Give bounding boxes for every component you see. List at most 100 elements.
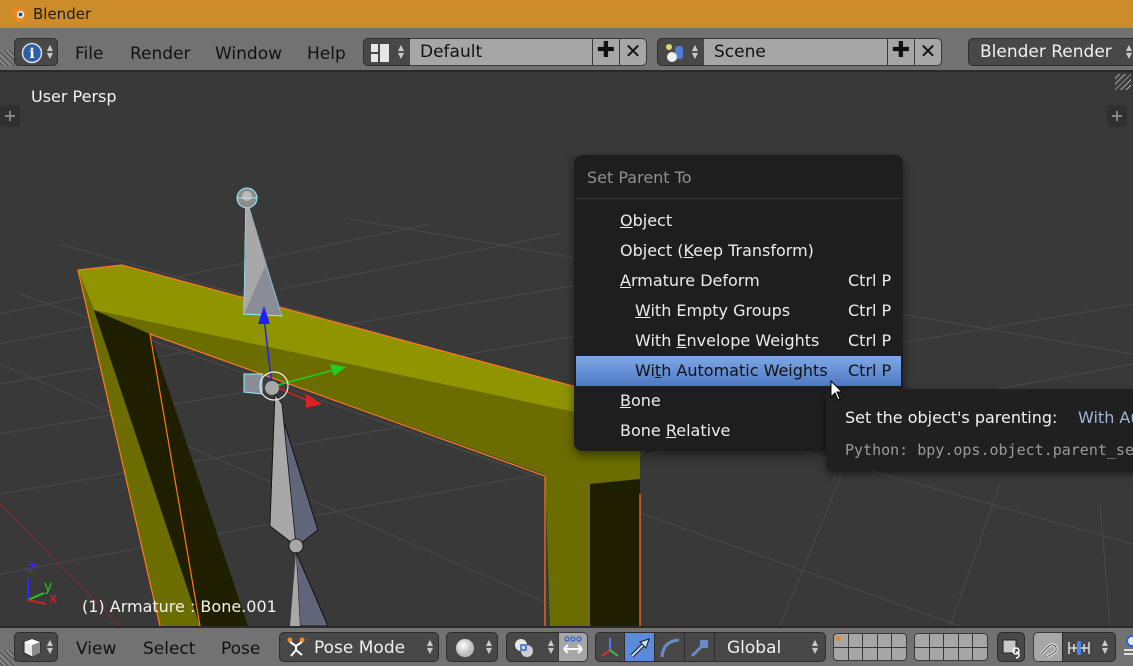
menu-item-armature-deform[interactable]: Armature Deform Ctrl P <box>576 266 901 296</box>
menu-item-label: Armature Deform <box>620 271 760 290</box>
updown-arrows-icon: ▲ ▼ <box>691 43 699 60</box>
layer-button[interactable] <box>892 647 906 660</box>
manipulator-toggle[interactable] <box>595 632 625 662</box>
render-engine-value: Blender Render <box>980 42 1112 62</box>
layer-button[interactable] <box>877 647 892 660</box>
menu-file[interactable]: File <box>75 44 103 64</box>
transform-orientation-dropdown[interactable]: Global ▲ ▼ <box>714 632 826 662</box>
active-object-info: (1) Armature : Bone.001 <box>82 597 277 616</box>
layer-button[interactable] <box>958 634 973 647</box>
axis-x-label: x <box>49 591 58 607</box>
frame-mesh[interactable] <box>77 264 641 626</box>
screen-layout-remove-button[interactable]: ✕ <box>619 38 647 66</box>
render-engine-dropdown[interactable]: Blender Render ▲ ▼ <box>968 38 1133 66</box>
scene-remove-button[interactable]: ✕ <box>914 38 942 66</box>
viewport-shading-dropdown[interactable]: ▲ ▼ <box>446 632 498 662</box>
layers-grid-1[interactable] <box>833 633 907 661</box>
menu-item-with-automatic-weights[interactable]: With Automatic Weights Ctrl P <box>576 356 901 386</box>
screen-layout-add-button[interactable]: ✚ <box>592 38 620 66</box>
scene-add-button[interactable]: ✚ <box>887 38 915 66</box>
menu-pose[interactable]: Pose <box>221 639 260 659</box>
layer-button[interactable] <box>863 647 877 660</box>
updown-arrows-icon: ▲ ▼ <box>1125 43 1133 60</box>
menu-item-label: Object (Keep Transform) <box>620 241 814 260</box>
menu-item-with-envelope-weights[interactable]: With Envelope Weights Ctrl P <box>576 326 901 356</box>
updown-arrows-icon: ▲ ▼ <box>46 43 54 60</box>
menu-window[interactable]: Window <box>215 44 282 64</box>
menu-item-label: With Empty Groups <box>635 301 791 320</box>
editor-type-button[interactable]: i ▲ ▼ <box>14 38 58 66</box>
layer-button[interactable] <box>915 634 929 647</box>
scene-icon <box>664 42 686 68</box>
layer-button[interactable] <box>973 647 987 660</box>
scene-canvas[interactable] <box>0 74 1133 626</box>
menu-view[interactable]: View <box>76 639 116 659</box>
window-title: Blender <box>33 5 92 23</box>
mouse-cursor-icon <box>830 380 844 401</box>
menu-item-object-keep-transform[interactable]: Object (Keep Transform) <box>576 236 901 266</box>
layer-button[interactable] <box>973 634 987 647</box>
translate-manipulator-button[interactable] <box>624 632 655 662</box>
orientation-value: Global <box>727 638 782 658</box>
lock-layers-icon <box>1001 637 1023 663</box>
lock-layers-button[interactable] <box>997 632 1025 662</box>
menu-item-object[interactable]: Object <box>576 206 901 236</box>
menu-separator <box>576 198 901 199</box>
menu-item-shortcut: Ctrl P <box>848 331 892 350</box>
mode-value: Pose Mode <box>314 638 406 658</box>
properties-toggle-button[interactable]: + <box>1107 105 1127 127</box>
updown-arrows-icon: ▲ ▼ <box>397 43 405 60</box>
translate-arrow-icon <box>629 637 651 663</box>
tooltip-value: With Automatic Weights <box>1078 408 1133 427</box>
magnet-icon <box>1037 636 1059 662</box>
plus-icon: ✚ <box>891 38 911 63</box>
bone-lower[interactable] <box>269 392 329 626</box>
layer-button[interactable] <box>929 634 944 647</box>
screen-layout-name-field[interactable]: Default <box>410 38 592 66</box>
updown-arrows-icon: ▲ ▼ <box>485 638 493 655</box>
menu-select[interactable]: Select <box>143 639 195 659</box>
scene-browse-button[interactable]: ▲ ▼ <box>657 38 705 66</box>
plus-icon: ✚ <box>596 38 616 63</box>
toolshelf-toggle-button[interactable]: + <box>0 105 20 127</box>
layer-button[interactable] <box>944 634 958 647</box>
screen-layout-browse-button[interactable]: ▲ ▼ <box>363 38 411 66</box>
area-split-handle[interactable] <box>1115 74 1131 90</box>
menu-title: Set Parent To <box>587 168 692 187</box>
layer-button[interactable] <box>958 647 973 660</box>
menu-item-with-empty-groups[interactable]: With Empty Groups Ctrl P <box>576 296 901 326</box>
layer-button[interactable] <box>834 647 848 660</box>
layer-button[interactable] <box>915 647 929 660</box>
operator-tooltip: Set the object's parenting: With Automat… <box>826 389 1133 471</box>
snap-toggle[interactable] <box>1033 632 1063 662</box>
layer-button[interactable] <box>848 647 863 660</box>
layer-button[interactable] <box>892 634 906 647</box>
manipulate-center-points-toggle[interactable] <box>558 632 588 662</box>
pose-mode-icon <box>286 636 308 662</box>
3d-viewport[interactable]: User Persp + + z y x (1) Armature : Bone… <box>0 74 1133 626</box>
snap-element-dropdown[interactable]: ▲ ▼ <box>1062 632 1116 662</box>
menu-render[interactable]: Render <box>130 44 191 64</box>
render-preview-icon[interactable] <box>1122 634 1133 658</box>
scene-name-field[interactable]: Scene <box>704 38 887 66</box>
menu-item-label: Object <box>620 211 673 230</box>
menu-help[interactable]: Help <box>307 44 346 64</box>
snap-increment-icon <box>1067 638 1091 662</box>
axis-tripod-icon <box>599 636 621 662</box>
pivot-point-icon <box>513 637 535 663</box>
x-icon: ✕ <box>624 39 642 63</box>
pivot-point-dropdown[interactable]: ▲ ▼ <box>506 632 560 662</box>
layer-button[interactable] <box>863 634 877 647</box>
layer-button[interactable] <box>944 647 958 660</box>
editor-type-button[interactable]: ▲ ▼ <box>14 632 58 662</box>
layer-button[interactable] <box>848 634 863 647</box>
layer-button[interactable] <box>877 634 892 647</box>
layer-button[interactable] <box>834 634 848 647</box>
layer-button[interactable] <box>929 647 944 660</box>
rotate-manipulator-button[interactable] <box>654 632 685 662</box>
scale-manipulator-button[interactable] <box>684 632 715 662</box>
mode-dropdown[interactable]: Pose Mode ▲ ▼ <box>279 632 439 662</box>
menu-item-shortcut: Ctrl P <box>848 271 892 290</box>
layers-grid-2[interactable] <box>914 633 988 661</box>
tooltip-description: Set the object's parenting: <box>845 408 1058 427</box>
